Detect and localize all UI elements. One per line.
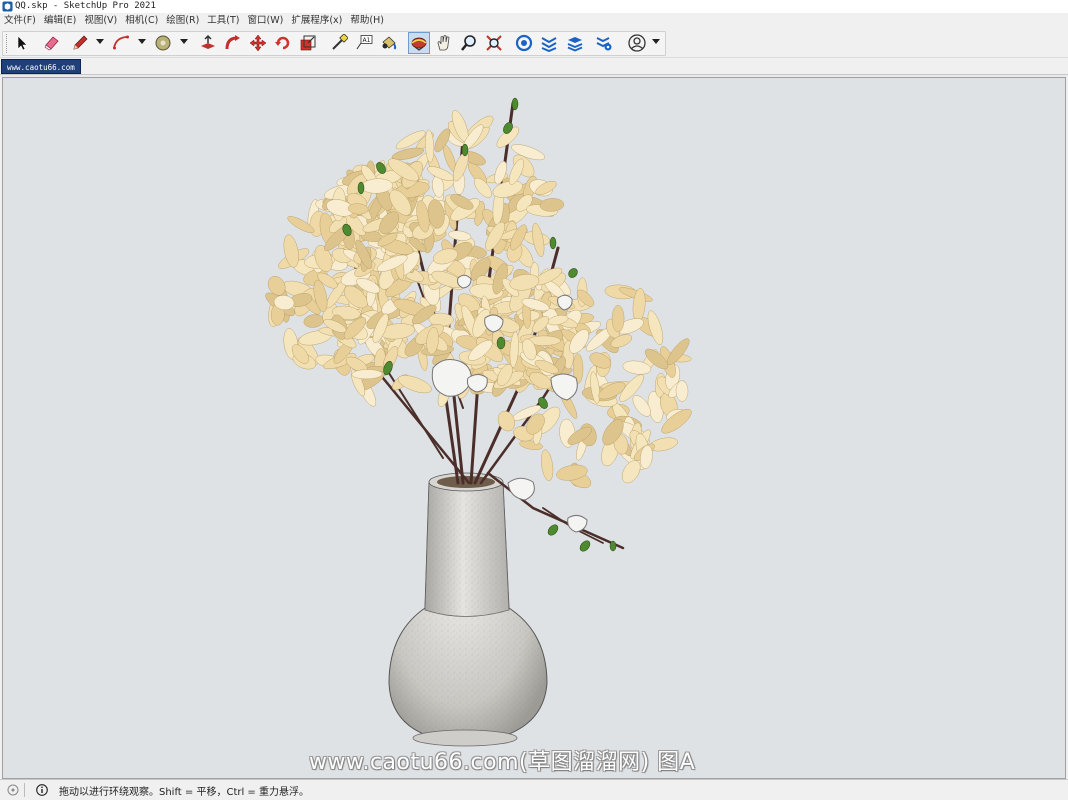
menu-bar: 文件(F) 编辑(E) 视图(V) 相机(C) 绘图(R) 工具(T) 窗口(W… [0, 13, 1068, 29]
push-pull-tool-button[interactable] [197, 32, 219, 54]
move-tool-button[interactable] [247, 32, 269, 54]
extension-manager-gear-icon [596, 37, 612, 51]
tape-measure-icon [332, 34, 348, 50]
layout-stack-icon [567, 37, 583, 52]
extension-manager-button[interactable] [593, 32, 615, 54]
account-dropdown-icon[interactable] [652, 39, 660, 44]
leaf [611, 305, 625, 333]
move-cross-arrows-icon [249, 34, 267, 52]
leaf [303, 314, 324, 328]
orbit-icon [411, 37, 427, 51]
line-tool-button[interactable] [69, 32, 91, 54]
follow-me-icon [225, 35, 240, 50]
watermark-text: www.caotu66.com(草图溜溜网) 图A [309, 750, 696, 775]
svg-text:A1: A1 [363, 37, 371, 44]
menu-help[interactable]: 帮助(H) [346, 13, 388, 29]
pan-tool-button[interactable] [433, 32, 455, 54]
leaf [675, 380, 689, 402]
rotate-tool-button[interactable] [272, 32, 294, 54]
status-hint: 拖动以进行环绕观察。Shift = 平移，Ctrl = 重力悬浮。 [59, 786, 309, 798]
large-toolset-toolbar: A1 [0, 29, 1068, 58]
push-pull-icon [201, 34, 215, 49]
geo-location-icon[interactable] [6, 783, 20, 797]
follow-me-tool-button[interactable] [222, 32, 244, 54]
sketchup-app-icon [2, 1, 13, 12]
text-tool-button[interactable]: A1 [353, 32, 375, 54]
account-profile-button[interactable] [626, 32, 648, 54]
shapes-tool-button[interactable] [152, 32, 174, 54]
leaf [541, 449, 554, 482]
sketchup-window: QQ.skp - SketchUp Pro 2021 文件(F) 编辑(E) 视… [0, 0, 1068, 800]
magnifier-icon [461, 35, 476, 51]
orbit-tool-button[interactable] [408, 32, 430, 54]
status-separator [24, 783, 25, 797]
rotate-icon [275, 36, 290, 50]
arc-tool-dropdown-icon[interactable] [138, 39, 146, 44]
select-tool-button[interactable] [11, 32, 33, 54]
pencil-icon [73, 35, 88, 50]
arc-icon [113, 35, 129, 50]
pale-yellow-foliage [265, 109, 692, 489]
text-label-icon: A1 [356, 35, 373, 50]
drawing-viewport[interactable]: www.caotu66.com(草图溜溜网) 图A [2, 77, 1066, 779]
scene-tab-active[interactable]: www.caotu66.com [1, 59, 81, 74]
extension-warehouse-icon [541, 37, 557, 52]
extension-warehouse-button[interactable] [538, 32, 560, 54]
hand-icon [437, 35, 450, 51]
zoom-extents-icon [486, 35, 502, 51]
paint-bucket-tool-button[interactable] [378, 32, 400, 54]
menu-draw[interactable]: 绘图(R) [162, 13, 203, 29]
shapes-tool-dropdown-icon[interactable] [180, 39, 188, 44]
select-arrow-icon [17, 35, 28, 51]
eraser-tool-button[interactable] [41, 32, 63, 54]
zoom-tool-button[interactable] [458, 32, 480, 54]
3d-warehouse-button[interactable] [513, 32, 535, 54]
circle-shape-icon [155, 35, 171, 51]
window-title: QQ.skp - SketchUp Pro 2021 [15, 1, 156, 11]
layout-send-button[interactable] [564, 32, 586, 54]
scene-tab-bar: www.caotu66.com [0, 58, 1068, 75]
toolbar-grip[interactable] [6, 34, 8, 53]
menu-camera[interactable]: 相机(C) [121, 13, 162, 29]
status-bar: 拖动以进行环绕观察。Shift = 平移，Ctrl = 重力悬浮。 [0, 779, 1068, 800]
user-profile-icon [628, 34, 646, 52]
title-bar: QQ.skp - SketchUp Pro 2021 [0, 0, 1068, 13]
tape-measure-tool-button[interactable] [328, 32, 350, 54]
leaf [539, 198, 565, 212]
paint-bucket-icon [382, 36, 397, 50]
eraser-icon [44, 36, 59, 51]
vase [388, 472, 548, 747]
scale-tool-button[interactable] [297, 32, 319, 54]
scale-icon [300, 35, 316, 51]
menu-extensions[interactable]: 扩展程序(x) [287, 13, 346, 29]
arc-tool-button[interactable] [110, 32, 132, 54]
menu-tools[interactable]: 工具(T) [203, 13, 243, 29]
line-tool-dropdown-icon[interactable] [96, 39, 104, 44]
menu-edit[interactable]: 编辑(E) [40, 13, 80, 29]
menu-file[interactable]: 文件(F) [0, 13, 40, 29]
menu-window[interactable]: 窗口(W) [244, 13, 288, 29]
flower-vase-model [265, 97, 692, 747]
info-icon[interactable] [35, 783, 49, 797]
menu-view[interactable]: 视图(V) [80, 13, 121, 29]
zoom-extents-tool-button[interactable] [483, 32, 505, 54]
warehouse-icon [515, 34, 533, 52]
